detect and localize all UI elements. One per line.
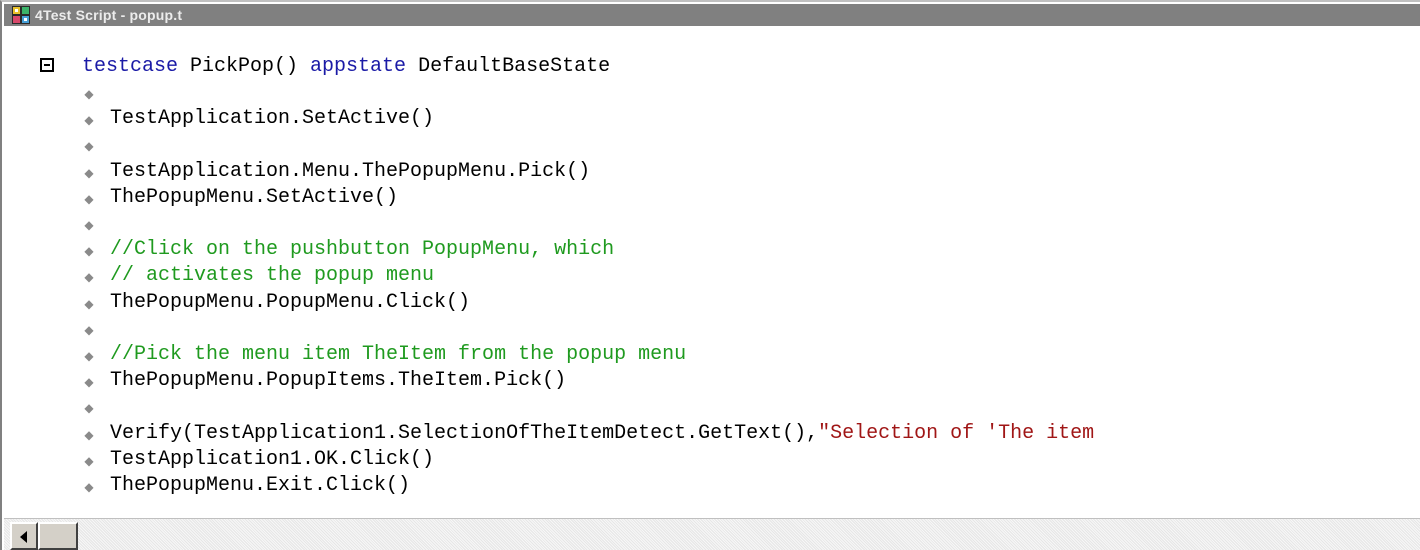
collapse-toggle-icon[interactable] <box>40 58 54 72</box>
statement-text: Verify(TestApplication1.SelectionOfTheIt… <box>110 422 819 445</box>
scroll-left-button[interactable] <box>10 522 38 550</box>
line-marker-icon: ◆ <box>84 113 94 127</box>
statement-text: ThePopupMenu.SetActive() <box>110 186 399 209</box>
code-line[interactable]: //Click on the pushbutton PopupMenu, whi… <box>110 237 614 262</box>
comment-text: //Pick the menu item TheItem from the po… <box>110 343 687 366</box>
code-line[interactable]: TestApplication1.OK.Click() <box>110 447 434 472</box>
statement-text: TestApplication.SetActive() <box>110 107 435 130</box>
statement-text: ThePopupMenu.Exit.Click() <box>110 474 411 497</box>
line-marker-icon: ◆ <box>84 375 94 389</box>
line-marker-icon: ◆ <box>84 297 94 311</box>
window-title: 4Test Script - popup.t <box>35 7 183 23</box>
script-window: 4Test Script - popup.t testcase PickPop(… <box>0 0 1420 550</box>
horizontal-scrollbar[interactable] <box>4 518 1420 550</box>
line-marker-icon: ◆ <box>84 454 94 468</box>
comment-text: //Click on the pushbutton PopupMenu, whi… <box>110 238 615 261</box>
code-line[interactable]: //Pick the menu item TheItem from the po… <box>110 342 686 367</box>
statement-text: ThePopupMenu.PopupMenu.Click() <box>110 291 471 314</box>
code-line[interactable]: ThePopupMenu.PopupMenu.Click() <box>110 290 470 315</box>
code-line[interactable]: TestApplication.Menu.ThePopupMenu.Pick() <box>110 159 590 184</box>
line-marker-icon: ◆ <box>84 87 94 101</box>
code-line[interactable]: ThePopupMenu.PopupItems.TheItem.Pick() <box>110 368 566 393</box>
code-line[interactable]: TestApplication.SetActive() <box>110 106 434 131</box>
line-marker-icon: ◆ <box>84 244 94 258</box>
line-marker-icon: ◆ <box>84 166 94 180</box>
string-literal: "Selection of 'The item <box>818 422 1095 445</box>
code-line[interactable]: ThePopupMenu.SetActive() <box>110 185 398 210</box>
keyword-appstate: appstate <box>310 55 407 78</box>
testcase-header-line[interactable]: testcase PickPop() appstate DefaultBaseS… <box>82 54 610 79</box>
line-marker-icon: ◆ <box>84 270 94 284</box>
appstate-name: DefaultBaseState <box>406 55 611 78</box>
code-line[interactable]: Verify(TestApplication1.SelectionOfTheIt… <box>110 421 1094 446</box>
line-marker-icon: ◆ <box>84 401 94 415</box>
line-marker-icon: ◆ <box>84 349 94 363</box>
line-marker-icon: ◆ <box>84 192 94 206</box>
statement-text: TestApplication1.OK.Click() <box>110 448 435 471</box>
statement-text: ThePopupMenu.PopupItems.TheItem.Pick() <box>110 369 567 392</box>
statement-text: TestApplication.Menu.ThePopupMenu.Pick() <box>110 160 591 183</box>
testcase-name: PickPop() <box>178 55 311 78</box>
line-marker-icon: ◆ <box>84 323 94 337</box>
line-marker-icon: ◆ <box>84 218 94 232</box>
scroll-thumb[interactable] <box>38 522 78 550</box>
4test-app-icon <box>12 6 30 24</box>
keyword-testcase: testcase <box>82 55 179 78</box>
line-marker-icon: ◆ <box>84 480 94 494</box>
title-bar[interactable]: 4Test Script - popup.t <box>4 4 1420 26</box>
code-line[interactable]: ThePopupMenu.Exit.Click() <box>110 473 410 498</box>
code-line[interactable]: // activates the popup menu <box>110 263 434 288</box>
line-marker-icon: ◆ <box>84 428 94 442</box>
line-marker-icon: ◆ <box>84 139 94 153</box>
comment-text: // activates the popup menu <box>110 264 435 287</box>
